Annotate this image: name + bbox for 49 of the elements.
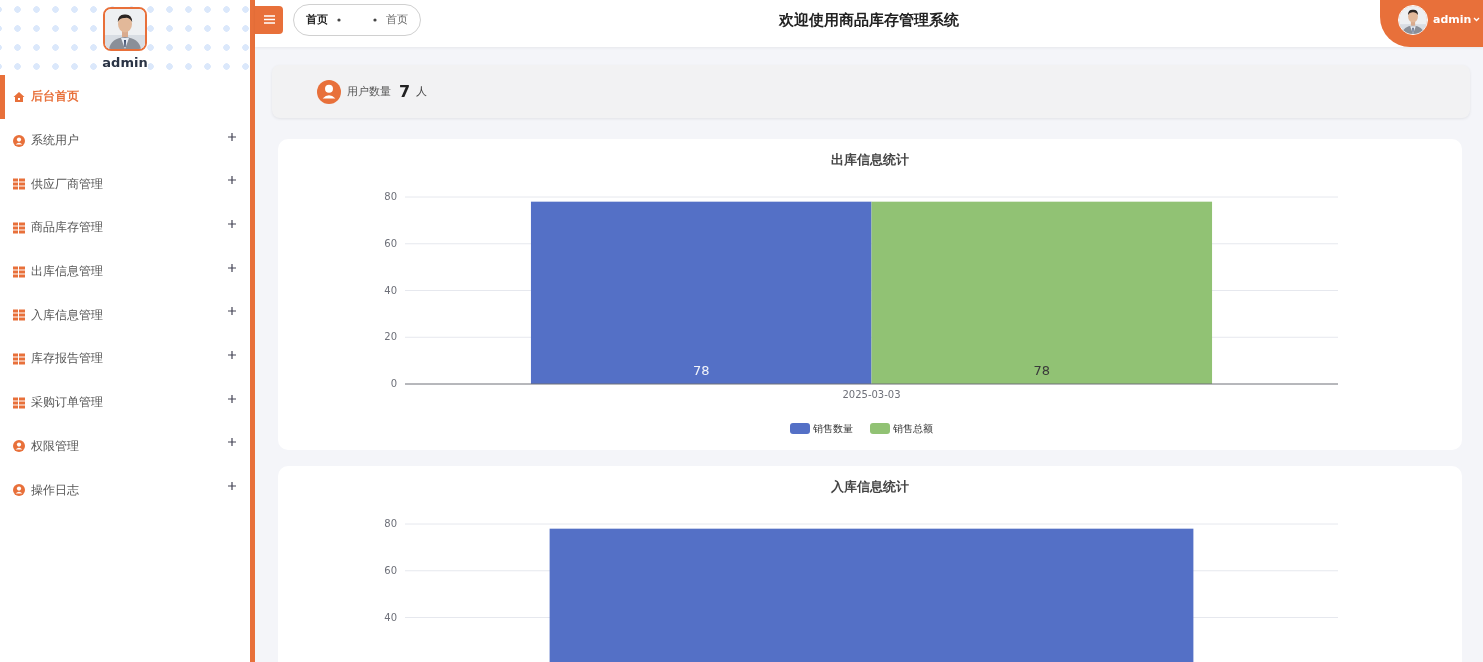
grid-icon [13, 178, 25, 191]
grid-icon [13, 265, 25, 278]
axis-tick-label: 80 [384, 191, 397, 202]
data-label: 78 [692, 363, 710, 378]
breadcrumb[interactable]: 首页 [306, 12, 328, 27]
dot-icon [373, 17, 377, 22]
grid-icon [13, 221, 25, 234]
grid-icon [13, 352, 25, 365]
axis-tick-label: 40 [384, 284, 397, 296]
user-icon [13, 440, 25, 453]
dot-icon [337, 17, 341, 22]
sidebar-item[interactable]: 系统用户 [0, 118, 250, 163]
legend-item[interactable]: 销售总额 [870, 423, 933, 434]
data-label: 78 [1033, 363, 1051, 378]
stat-label: 用户数量 [347, 84, 391, 99]
legend-item[interactable]: 销售数量 [790, 423, 853, 434]
stat-value: 7 [399, 82, 411, 101]
axis-tick-label: 40 [384, 611, 397, 623]
sidebar-item[interactable]: 采购订单管理 [0, 380, 250, 425]
axis-tick-label: 60 [384, 564, 397, 576]
grid-icon [13, 396, 25, 409]
caret-icon [1473, 17, 1481, 22]
axis-tick-label: 80 [384, 518, 397, 529]
sidebar-item[interactable]: 供应厂商管理 [0, 162, 250, 207]
breadcrumb[interactable]: 首页 [386, 12, 408, 27]
user-icon [317, 79, 341, 104]
grid-icon [13, 309, 25, 322]
sidebar-item[interactable]: 权限管理 [0, 424, 250, 469]
sidebar-item[interactable]: 商品库存管理 [0, 206, 250, 250]
user-icon [13, 134, 25, 147]
legend-label: 销售数量 [812, 423, 853, 434]
legend-label: 销售总额 [892, 423, 933, 434]
menu-button[interactable] [255, 5, 283, 34]
sidebar-item[interactable]: 库存报告管理 [0, 337, 250, 381]
menu-icon [263, 15, 275, 24]
chart-title: 出库信息统计 [831, 151, 909, 169]
axis-tick-label: 60 [384, 237, 397, 249]
axis-tick-label: 0 [390, 378, 397, 389]
axis-category-label: 2025-03-03 [842, 389, 901, 400]
home-icon [13, 90, 25, 103]
user-icon [13, 484, 25, 497]
user-name: admin [102, 55, 148, 71]
stat-unit: 人 [416, 84, 428, 99]
sidebar-item[interactable]: 出库信息管理 [0, 249, 250, 294]
axis-tick-label: 20 [384, 331, 397, 343]
page-title: 欢迎使用商品库存管理系统 [779, 11, 959, 29]
sidebar-item[interactable]: 操作日志 [0, 468, 250, 512]
chart-title: 入库信息统计 [831, 478, 909, 496]
sidebar-item[interactable]: 入库信息管理 [0, 293, 250, 338]
